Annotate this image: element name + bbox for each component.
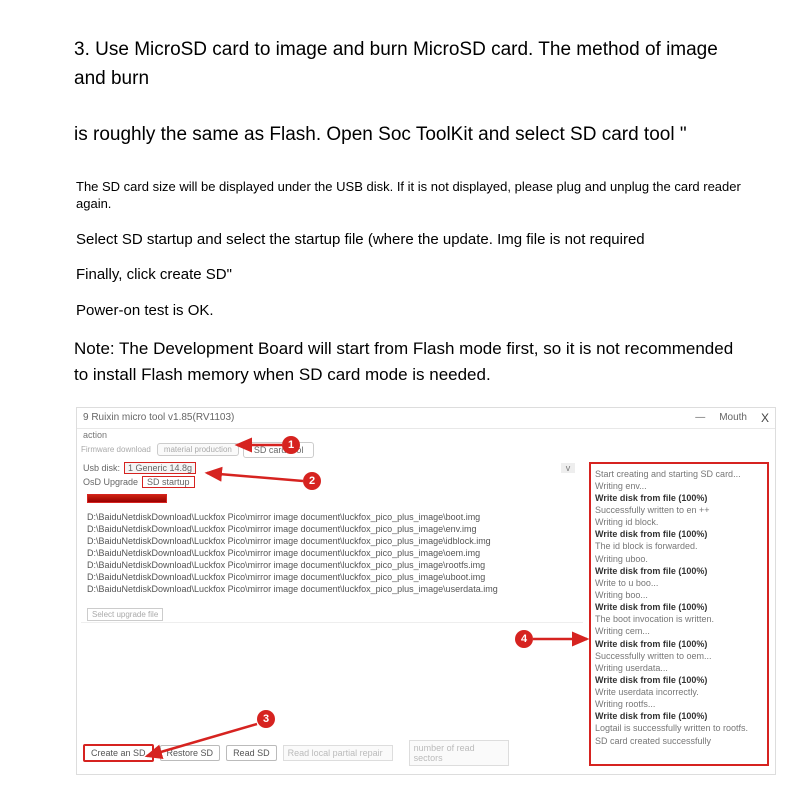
doc-power: Power-on test is OK.	[76, 300, 744, 322]
file-list: D:\BaiduNetdiskDownload\Luckfox Pico\mir…	[81, 507, 583, 601]
log-line: Write disk from file (100%)	[595, 601, 763, 613]
file-row[interactable]: D:\BaiduNetdiskDownload\Luckfox Pico\mir…	[87, 547, 577, 559]
doc-sd-hint: The SD card size will be displayed under…	[76, 178, 744, 213]
red-highlight-bar	[87, 494, 167, 503]
doc-select-startup: Select SD startup and select the startup…	[76, 229, 744, 251]
log-line: Write disk from file (100%)	[595, 710, 763, 722]
close-icon[interactable]: X	[761, 411, 769, 425]
usb-disk-value[interactable]: 1 Generic 14.8g	[124, 462, 196, 474]
tab-bar: Firmware download material production SD…	[77, 442, 775, 458]
usb-dropdown-icon[interactable]: v	[561, 463, 575, 473]
log-line: Writing userdata...	[595, 662, 763, 674]
tab-sd-card-tool[interactable]: SD card tool	[243, 442, 315, 458]
doc-line-1: 3. Use MicroSD card to image and burn Mi…	[74, 36, 744, 93]
select-upgrade-file[interactable]: Select upgrade file	[87, 608, 163, 621]
log-line: Write disk from file (100%)	[595, 638, 763, 650]
tab-firmware-label: Firmware download	[81, 445, 151, 454]
log-line: The id block is forwarded.	[595, 540, 763, 552]
button-row: Create an SD Restore SD Read SD Read loc…	[83, 740, 509, 766]
file-row[interactable]: D:\BaiduNetdiskDownload\Luckfox Pico\mir…	[87, 523, 577, 535]
left-pane: Usb disk: 1 Generic 14.8g v OsD Upgrade …	[77, 458, 583, 772]
file-row[interactable]: D:\BaiduNetdiskDownload\Luckfox Pico\mir…	[87, 559, 577, 571]
log-line: Writing env...	[595, 480, 763, 492]
restore-sd-button[interactable]: Restore SD	[160, 745, 221, 761]
log-line: Successfully written to en ++	[595, 504, 763, 516]
read-local-input[interactable]: Read local partial repair	[283, 745, 393, 761]
log-line: Start creating and starting SD card...	[595, 468, 763, 480]
log-line: Write disk from file (100%)	[595, 528, 763, 540]
log-line: Successfully written to oem...	[595, 650, 763, 662]
callout-1: 1	[282, 436, 300, 454]
log-line: Writing rootfs...	[595, 698, 763, 710]
log-line: Write disk from file (100%)	[595, 492, 763, 504]
log-line: Writing boo...	[595, 589, 763, 601]
callout-4: 4	[515, 630, 533, 648]
doc-line-2: is roughly the same as Flash. Open Soc T…	[74, 121, 744, 150]
log-line: Logtail is successfully written to rootf…	[595, 722, 763, 734]
log-panel: Start creating and starting SD card...Wr…	[589, 462, 769, 766]
tab-material-production[interactable]: material production	[157, 443, 239, 456]
menu-action[interactable]: action	[77, 429, 775, 442]
window-title: 9 Ruixin micro tool v1.85(RV1103)	[83, 412, 234, 423]
sd-startup-value[interactable]: SD startup	[142, 476, 195, 488]
read-sectors-input[interactable]: number of read sectors	[409, 740, 509, 766]
titlebar: 9 Ruixin micro tool v1.85(RV1103) — Mout…	[77, 408, 775, 429]
osd-upgrade-label: OsD Upgrade	[83, 477, 138, 487]
create-sd-button[interactable]: Create an SD	[83, 744, 154, 762]
file-row[interactable]: D:\BaiduNetdiskDownload\Luckfox Pico\mir…	[87, 511, 577, 523]
minimize-icon[interactable]: —	[695, 412, 705, 423]
read-sd-button[interactable]: Read SD	[226, 745, 277, 761]
file-row[interactable]: D:\BaiduNetdiskDownload\Luckfox Pico\mir…	[87, 583, 577, 595]
log-line: Writing uboo.	[595, 553, 763, 565]
log-line: Write userdata incorrectly.	[595, 686, 763, 698]
log-line: Write disk from file (100%)	[595, 565, 763, 577]
mouth-label[interactable]: Mouth	[719, 412, 747, 423]
log-line: Write to u boo...	[595, 577, 763, 589]
file-row[interactable]: D:\BaiduNetdiskDownload\Luckfox Pico\mir…	[87, 571, 577, 583]
log-line: SD card created successfully	[595, 735, 763, 747]
callout-2: 2	[303, 472, 321, 490]
file-row[interactable]: D:\BaiduNetdiskDownload\Luckfox Pico\mir…	[87, 535, 577, 547]
doc-finally: Finally, click create SD"	[76, 264, 744, 286]
log-line: Writing id block.	[595, 516, 763, 528]
doc-note: Note: The Development Board will start f…	[74, 336, 744, 389]
log-line: The boot invocation is written.	[595, 613, 763, 625]
callout-3: 3	[257, 710, 275, 728]
app-window: 9 Ruixin micro tool v1.85(RV1103) — Mout…	[76, 407, 776, 775]
usb-disk-label: Usb disk:	[83, 463, 120, 473]
log-line: Writing cem...	[595, 625, 763, 637]
log-line: Write disk from file (100%)	[595, 674, 763, 686]
